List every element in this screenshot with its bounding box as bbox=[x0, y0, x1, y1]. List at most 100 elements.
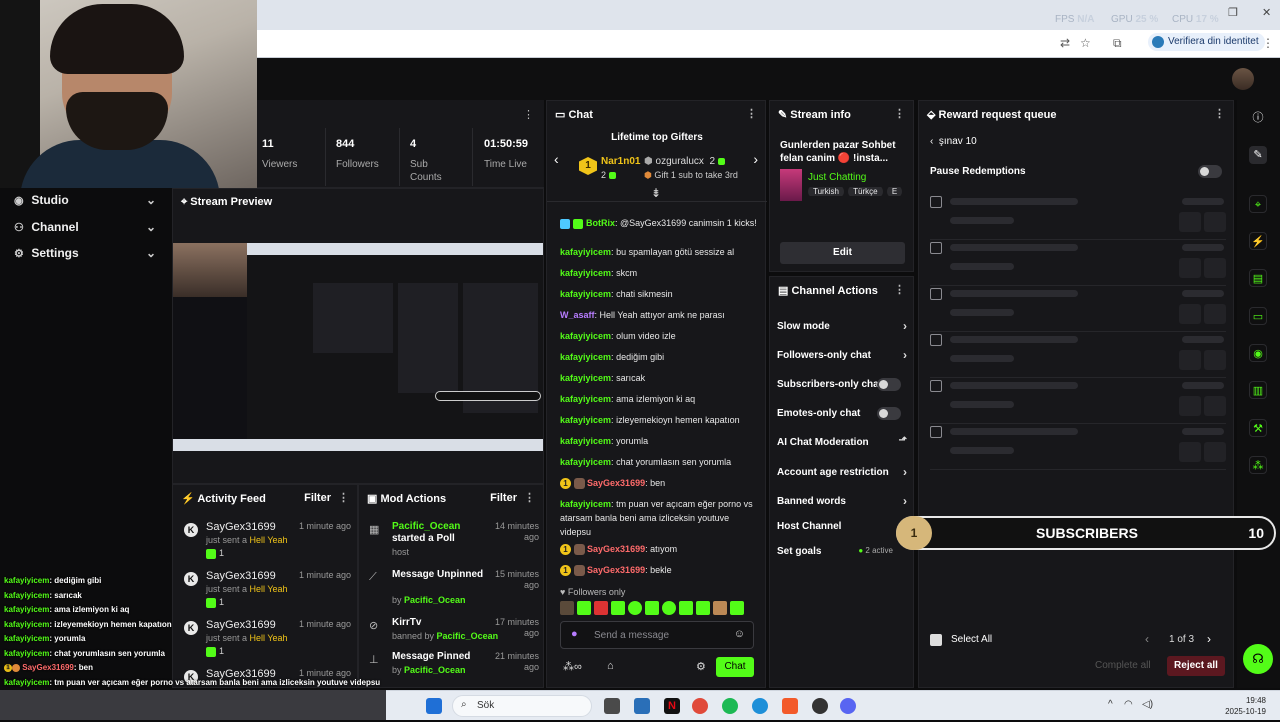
emote-row[interactable] bbox=[560, 601, 756, 617]
start-icon[interactable] bbox=[426, 698, 442, 714]
chat-icon[interactable]: ▭ bbox=[1249, 307, 1267, 325]
activity-item[interactable]: K SayGex31699 1 minute ago just sent a He… bbox=[181, 519, 353, 567]
broadcast-icon[interactable]: ◉ bbox=[1249, 344, 1267, 362]
wifi-icon[interactable]: ◠ bbox=[1124, 699, 1133, 710]
subscribers-only-toggle[interactable] bbox=[877, 378, 901, 391]
avatar[interactable] bbox=[1232, 68, 1254, 90]
taskbar-clock[interactable]: 19:48 2025-10-19 bbox=[1225, 695, 1266, 717]
support-chat-button[interactable]: ☊ bbox=[1243, 644, 1273, 674]
row-checkbox[interactable] bbox=[930, 242, 942, 254]
next-page-icon[interactable]: › bbox=[1207, 632, 1211, 646]
chat-message[interactable]: kafayiyicem: sarıcak bbox=[560, 371, 758, 385]
mod-action-item[interactable]: ⊘ KirrTv banned by Pacific_Ocean 17 minu… bbox=[367, 617, 539, 645]
more-options-icon[interactable]: ⋮ bbox=[524, 491, 535, 504]
row-checkbox[interactable] bbox=[930, 380, 942, 392]
pause-redemptions-toggle[interactable] bbox=[1198, 165, 1222, 178]
more-options-icon[interactable]: ⋮ bbox=[746, 107, 757, 120]
action-host-channel[interactable]: Host Channel bbox=[777, 521, 907, 532]
address-bar[interactable] bbox=[257, 30, 1280, 58]
chat-message[interactable]: kafayiyicem: dediğim gibi bbox=[560, 350, 758, 364]
menu-icon[interactable]: ⋮ bbox=[1262, 36, 1274, 50]
obs-icon[interactable] bbox=[812, 698, 828, 714]
chat-message[interactable]: 1 SayGex31699: atıyom bbox=[560, 542, 758, 556]
edge-icon[interactable] bbox=[752, 698, 768, 714]
chevron-right-icon[interactable]: › bbox=[753, 151, 758, 167]
edit-button[interactable]: Edit bbox=[780, 242, 905, 264]
row-checkbox[interactable] bbox=[930, 334, 942, 346]
reward-request-row[interactable] bbox=[930, 194, 1226, 240]
restore-icon[interactable]: ❐ bbox=[1228, 6, 1238, 19]
mod-action-item[interactable]: ▦ Pacific_Ocean started a Poll host 14 mi… bbox=[367, 521, 539, 565]
reward-request-row[interactable] bbox=[930, 378, 1226, 424]
emotes-only-toggle[interactable] bbox=[877, 407, 901, 420]
chat-message[interactable]: BotRix: @SayGex31699 canimsin 1 kicks! bbox=[560, 216, 758, 230]
select-all-checkbox[interactable] bbox=[930, 634, 942, 646]
microphone-icon[interactable]: ● bbox=[571, 628, 578, 640]
chrome-icon[interactable] bbox=[692, 698, 708, 714]
chat-message[interactable]: kafayiyicem: yorumla bbox=[560, 434, 758, 448]
mod-action-item[interactable]: ⊥ Message Pinned by Pacific_Ocean 21 min… bbox=[367, 651, 539, 681]
discord-icon[interactable] bbox=[840, 698, 856, 714]
more-options-icon[interactable]: ⋮ bbox=[894, 283, 905, 296]
chat-message[interactable]: kafayiyicem: tm puan ver açıcam eğer por… bbox=[560, 497, 758, 539]
reward-request-row[interactable] bbox=[930, 286, 1226, 332]
reward-request-row[interactable] bbox=[930, 332, 1226, 378]
reward-request-row[interactable] bbox=[930, 424, 1226, 470]
filter-button[interactable]: Filter bbox=[304, 492, 331, 504]
action-banned-words[interactable]: Banned words › bbox=[777, 494, 907, 508]
emoji-icon[interactable]: ☺ bbox=[734, 628, 745, 640]
row-checkbox[interactable] bbox=[930, 426, 942, 438]
store-icon[interactable]: ⌂ bbox=[607, 660, 614, 672]
chat-message[interactable]: kafayiyicem: chati sikmesin bbox=[560, 287, 758, 301]
more-options-icon[interactable]: ⋮ bbox=[1214, 107, 1225, 120]
tray-chevron-icon[interactable]: ^ bbox=[1108, 699, 1113, 710]
chat-message[interactable]: kafayiyicem: chat yorumlasın sen yorumla bbox=[560, 455, 758, 469]
row-checkbox[interactable] bbox=[930, 196, 942, 208]
nav-studio[interactable]: ◉ Studio ⌄ bbox=[14, 193, 164, 207]
task-view-icon[interactable] bbox=[604, 698, 620, 714]
verify-identity-button[interactable]: Verifiera din identitet bbox=[1148, 33, 1265, 51]
send-chat-button[interactable]: Chat bbox=[716, 657, 754, 677]
netflix-icon[interactable]: N bbox=[664, 698, 680, 714]
category-link[interactable]: Just Chatting bbox=[808, 172, 866, 183]
tag[interactable]: E bbox=[886, 187, 903, 196]
action-subscribers-only[interactable]: Subscribers-only chat bbox=[777, 378, 907, 391]
document-icon[interactable]: ▤ bbox=[1249, 269, 1267, 287]
translate-icon[interactable]: ⇄ bbox=[1060, 36, 1070, 50]
action-followers-only[interactable]: Followers-only chat › bbox=[777, 348, 907, 362]
nav-channel[interactable]: ⚇ Channel ⌄ bbox=[14, 220, 164, 234]
mod-action-item[interactable]: ⟋ Message Unpinned by Pacific_Ocean 15 m… bbox=[367, 569, 539, 613]
chat-message[interactable]: kafayiyicem: bu spamlayan götü sessize a… bbox=[560, 245, 758, 259]
close-icon[interactable]: ✕ bbox=[1262, 6, 1271, 19]
chat-message[interactable]: kafayiyicem: izleyemekioyn hemen kapatıo… bbox=[560, 413, 758, 427]
layout-icon[interactable]: ▥ bbox=[1249, 381, 1267, 399]
chat-message[interactable]: kafayiyicem: skcm bbox=[560, 266, 758, 280]
gear-icon[interactable]: ⚙ bbox=[696, 660, 706, 673]
wrench-icon[interactable]: ⚒ bbox=[1249, 419, 1267, 437]
reward-back-link[interactable]: ‹ şınav 10 bbox=[930, 136, 977, 147]
loop-icon[interactable]: ⁂∞ bbox=[563, 660, 582, 673]
more-options-icon[interactable]: ⋮ bbox=[894, 107, 905, 120]
tag[interactable]: Türkçe bbox=[848, 187, 883, 196]
action-slow-mode[interactable]: Slow mode › bbox=[777, 319, 907, 333]
nav-settings[interactable]: ⚙ Settings ⌄ bbox=[14, 246, 164, 260]
row-checkbox[interactable] bbox=[930, 288, 942, 300]
more-options-icon[interactable]: ⋮ bbox=[523, 108, 534, 121]
brave-icon[interactable] bbox=[782, 698, 798, 714]
prev-page-icon[interactable]: ‹ bbox=[1145, 632, 1149, 646]
nodes-icon[interactable]: ⁂ bbox=[1249, 456, 1267, 474]
extensions-icon[interactable]: ⧉ bbox=[1113, 36, 1122, 51]
complete-all-button[interactable]: Complete all bbox=[1095, 660, 1151, 671]
chat-message[interactable]: kafayiyicem: ama izlemiyon ki aq bbox=[560, 392, 758, 406]
action-emotes-only[interactable]: Emotes-only chat bbox=[777, 407, 907, 420]
chat-message[interactable]: W_asaff: Hell Yeah attıyor amk ne parası bbox=[560, 308, 758, 322]
bolt-icon[interactable]: ⚡ bbox=[1249, 232, 1267, 250]
collapse-icon[interactable]: ⇟ bbox=[651, 186, 661, 200]
action-account-age[interactable]: Account age restriction › bbox=[777, 465, 907, 479]
chevron-left-icon[interactable]: ‹ bbox=[554, 151, 559, 167]
chat-message[interactable]: 1 SayGex31699: ben bbox=[560, 476, 758, 490]
reject-all-button[interactable]: Reject all bbox=[1167, 656, 1225, 676]
action-ai-moderation[interactable]: AI Chat Moderation ⬏ bbox=[777, 435, 907, 448]
chat-message[interactable]: kafayiyicem: olum video izle bbox=[560, 329, 758, 343]
chat-input[interactable]: ● Send a message ☺ bbox=[560, 621, 754, 649]
